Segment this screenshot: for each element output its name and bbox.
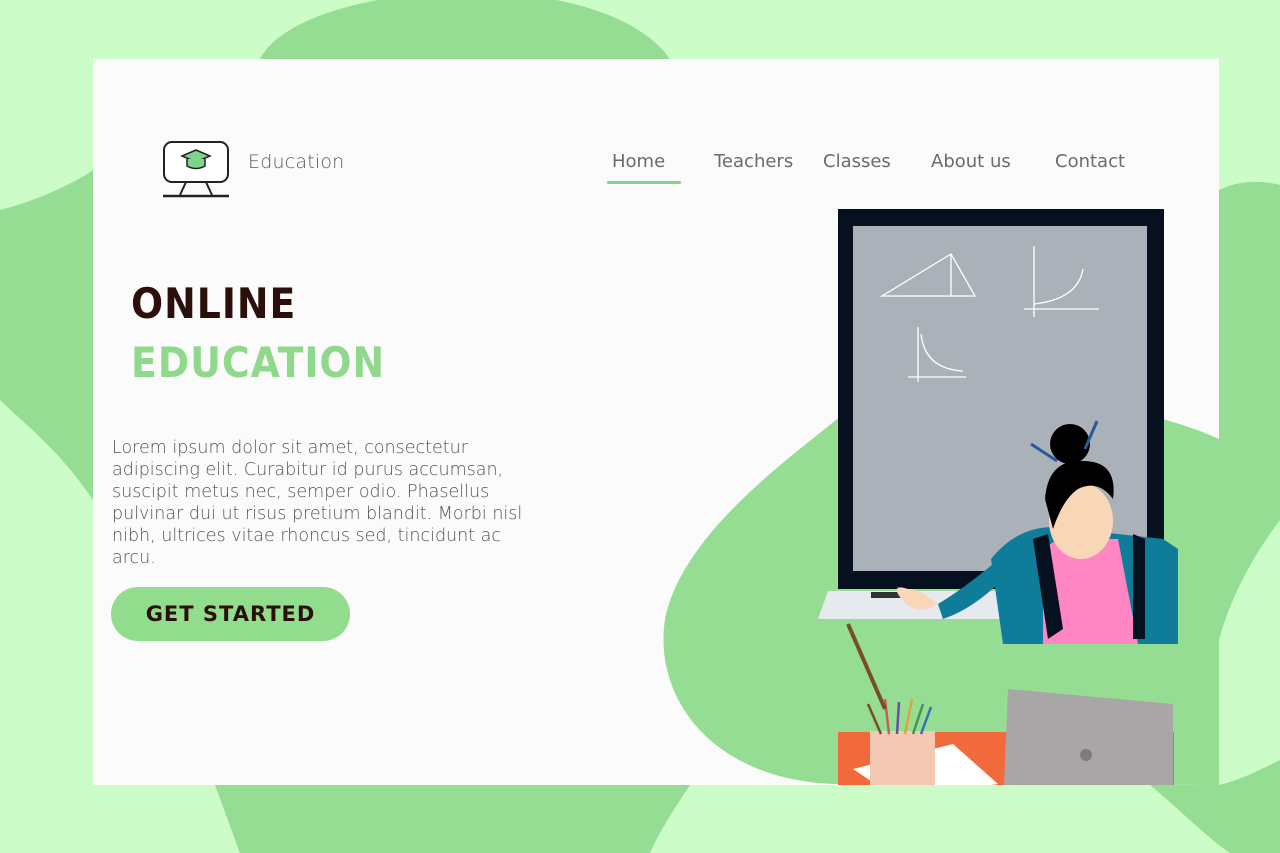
hero-description: Lorem ipsum dolor sit amet, consectetur … bbox=[112, 437, 523, 568]
nav-active-indicator bbox=[607, 181, 681, 184]
nav-contact[interactable]: Contact bbox=[1055, 151, 1125, 172]
landing-card: Education Home Teachers Classes About us… bbox=[93, 59, 1219, 785]
nav-classes[interactable]: Classes bbox=[823, 151, 891, 172]
teacher-illustration bbox=[663, 209, 1219, 785]
hero-title-line1: ONLINE bbox=[131, 279, 297, 328]
nav-teachers[interactable]: Teachers bbox=[714, 151, 793, 172]
nav-about-us[interactable]: About us bbox=[931, 151, 1011, 172]
get-started-button[interactable]: GET STARTED bbox=[111, 587, 350, 641]
nav-home[interactable]: Home bbox=[612, 151, 665, 172]
main-nav: Home Teachers Classes About us Contact bbox=[93, 151, 1219, 191]
hero-title-line2: EDUCATION bbox=[131, 338, 386, 387]
